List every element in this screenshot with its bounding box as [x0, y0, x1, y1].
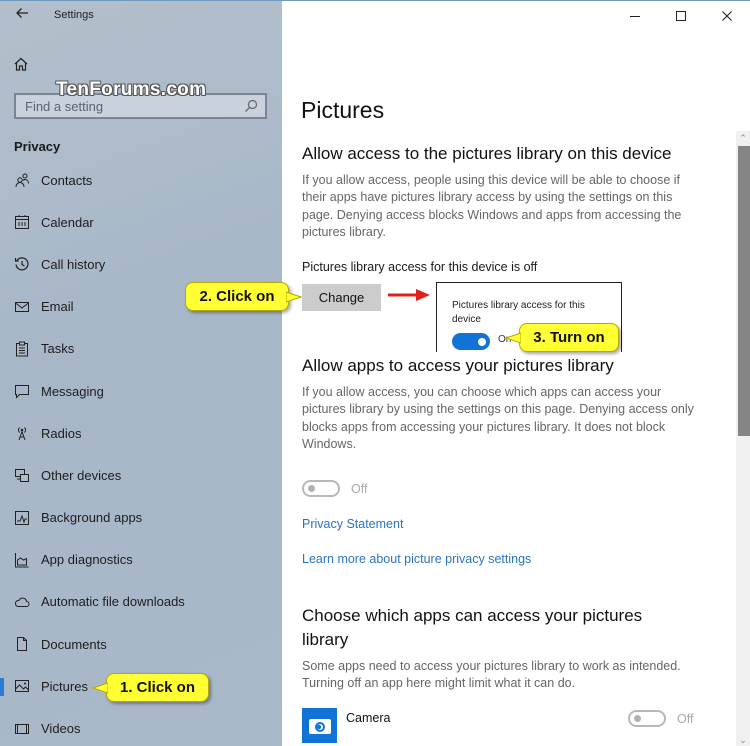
pictures-icon — [14, 678, 30, 694]
app-access-toggle[interactable] — [302, 480, 340, 497]
choose-apps-description: Some apps need to access your pictures l… — [302, 659, 681, 691]
learn-more-link[interactable]: Learn more about picture privacy setting… — [302, 552, 531, 566]
callout-step2-text: 2. Click on — [199, 288, 275, 305]
sidebar-item-contacts[interactable]: Contacts — [0, 159, 282, 201]
app-access-description: If you allow access, you can choose whic… — [302, 385, 694, 452]
sidebar-item-documents[interactable]: Documents — [0, 623, 282, 665]
app-access-toggle-state: Off — [351, 482, 368, 496]
camera-toggle[interactable] — [628, 710, 666, 727]
sidebar-item-label: Tasks — [41, 341, 75, 357]
maximize-icon — [676, 11, 686, 21]
scroll-up-icon[interactable]: ⌃ — [736, 131, 750, 145]
radios-icon — [14, 425, 30, 441]
sidebar-item-automatic-file-downloads[interactable]: Automatic file downloads — [0, 581, 282, 623]
sidebar-item-videos[interactable]: Videos — [0, 707, 282, 746]
sidebar-item-label: Radios — [41, 425, 82, 441]
app-title: Settings — [54, 9, 94, 21]
app-access-heading: Allow apps to access your pictures libra… — [302, 356, 614, 375]
maximize-button[interactable] — [658, 1, 704, 31]
close-icon — [722, 11, 732, 21]
callout-step1: 1. Click on — [92, 673, 209, 702]
scroll-down-icon[interactable]: ⌄ — [736, 733, 750, 746]
sidebar-item-calendar[interactable]: Calendar — [0, 201, 282, 243]
sidebar-item-messaging[interactable]: Messaging — [0, 370, 282, 412]
sidebar-item-label: Call history — [41, 256, 106, 272]
device-access-description: If you allow access, people using this d… — [302, 173, 682, 240]
home-button[interactable] — [13, 56, 31, 74]
section-label: Privacy — [14, 139, 61, 154]
sidebar-item-label: Automatic file downloads — [41, 594, 185, 610]
sidebar-item-label: Messaging — [41, 383, 104, 399]
red-arrow-icon — [388, 289, 430, 301]
sidebar-item-label: App diagnostics — [41, 552, 133, 568]
toggle-knob — [308, 485, 315, 492]
close-button[interactable] — [704, 1, 750, 31]
sidebar-item-radios[interactable]: Radios — [0, 412, 282, 454]
app-diagnostics-icon — [14, 552, 30, 568]
messaging-icon — [14, 383, 30, 399]
documents-icon — [14, 636, 30, 652]
cloud-icon — [14, 594, 30, 610]
tasks-icon — [14, 341, 30, 357]
sidebar-item-label: Contacts — [41, 172, 93, 188]
sidebar-nav: Contacts Calendar Call history Email Tas… — [0, 159, 282, 746]
search-icon[interactable] — [243, 98, 259, 114]
minimize-button[interactable] — [612, 1, 658, 31]
scrollbar[interactable]: ⌃ ⌄ — [736, 131, 750, 746]
sidebar-item-label: Pictures — [41, 678, 88, 694]
sidebar-item-background-apps[interactable]: Background apps — [0, 497, 282, 539]
contacts-icon — [14, 172, 30, 188]
flyout-access-toggle[interactable] — [452, 333, 490, 350]
sidebar-item-tasks[interactable]: Tasks — [0, 328, 282, 370]
other-devices-icon — [14, 467, 30, 483]
toggle-knob — [634, 715, 641, 722]
camera-toggle-state: Off — [677, 712, 694, 726]
back-button[interactable] — [12, 6, 32, 26]
device-access-status: Pictures library access for this device … — [302, 260, 538, 274]
choose-apps-heading: Choose which apps can access your pictur… — [302, 606, 643, 649]
sidebar: Settings TenForums.com Privacy Contacts … — [0, 1, 282, 746]
sidebar-item-other-devices[interactable]: Other devices — [0, 454, 282, 496]
sidebar-item-label: Other devices — [41, 467, 122, 483]
device-access-heading: Allow access to the pictures library on … — [302, 144, 672, 163]
callout-step2: 2. Click on — [185, 282, 302, 311]
settings-window: Settings TenForums.com Privacy Contacts … — [0, 0, 750, 746]
sidebar-item-app-diagnostics[interactable]: App diagnostics — [0, 539, 282, 581]
camera-icon — [302, 708, 337, 743]
minimize-icon — [630, 16, 640, 17]
page-title: Pictures — [301, 97, 385, 123]
change-button[interactable]: Change — [302, 284, 381, 311]
scrollbar-thumb[interactable] — [738, 146, 750, 436]
callout-step3-text: 3. Turn on — [533, 329, 605, 346]
back-arrow-icon — [16, 8, 28, 18]
sidebar-item-label: Videos — [41, 721, 81, 737]
callout-tail-icon — [286, 291, 302, 303]
callout-tail-icon — [92, 682, 108, 694]
calendar-icon — [14, 214, 30, 230]
call-history-icon — [14, 256, 30, 272]
callout-step3: 3. Turn on — [505, 323, 619, 352]
window-controls — [612, 1, 750, 31]
sidebar-item-label: Calendar — [41, 214, 94, 230]
callout-tail-icon — [505, 332, 521, 344]
sidebar-item-label: Email — [41, 299, 74, 315]
sidebar-item-call-history[interactable]: Call history — [0, 243, 282, 285]
videos-icon — [14, 721, 30, 737]
watermark: TenForums.com — [56, 79, 207, 100]
privacy-statement-link[interactable]: Privacy Statement — [302, 517, 403, 531]
home-icon — [14, 57, 28, 71]
sidebar-item-label: Documents — [41, 636, 107, 652]
app-name-camera: Camera — [346, 711, 391, 725]
flyout-label: Pictures library access for this device — [452, 300, 585, 325]
callout-step1-text: 1. Click on — [119, 679, 196, 696]
email-icon — [14, 299, 30, 315]
background-apps-icon — [14, 510, 30, 526]
main-pane: Pictures Allow access to the pictures li… — [282, 1, 750, 746]
toggle-knob — [478, 337, 486, 346]
sidebar-item-label: Background apps — [41, 510, 143, 526]
